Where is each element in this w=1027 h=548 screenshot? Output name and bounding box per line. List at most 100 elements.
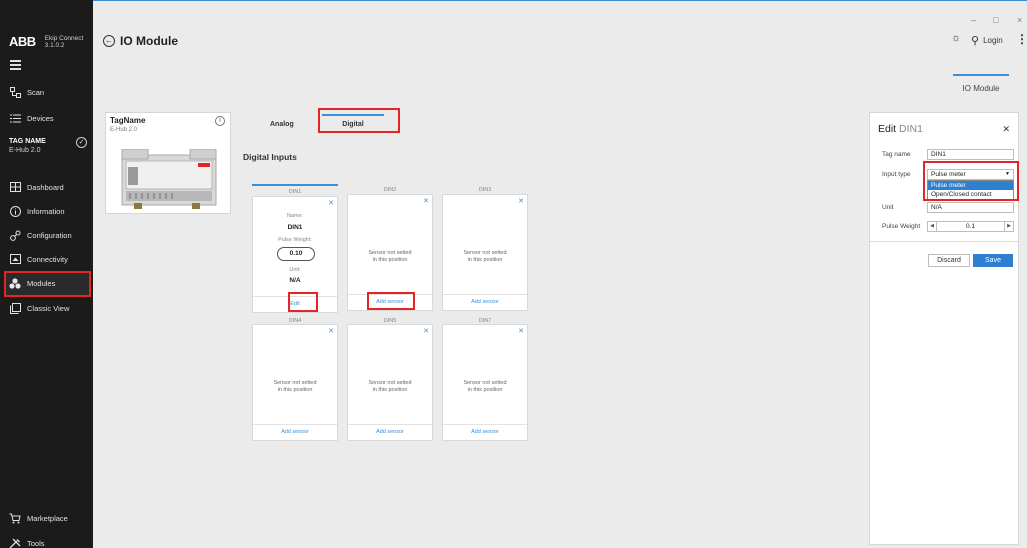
save-button[interactable]: Save [973,254,1013,267]
empty-slot-message: Sensor not setted in this position [463,250,507,264]
pulse-weight-label: Pulse Weight: [278,237,312,243]
login-button[interactable]: ⚲ Login [971,34,1003,47]
tag-name-label: Tag name [882,151,911,158]
maximize-button[interactable]: □ [993,15,998,25]
close-icon[interactable]: ✕ [423,327,429,335]
sensor-name: DIN1 [287,224,303,231]
sidebar-item-tools[interactable]: Tools [9,537,45,548]
sidebar-item-scan[interactable]: Scan [9,86,44,98]
user-icon: ⚲ [971,35,980,47]
input-type-select[interactable]: Pulse meter ▼ [927,169,1014,180]
name-label: Name: [286,213,304,219]
sidebar-item-configuration[interactable]: Configuration [9,229,72,241]
copy-icon [9,302,21,314]
info-icon [9,205,21,217]
tab-io-module[interactable]: IO Module [953,74,1009,93]
tab-digital[interactable]: Digital [326,121,380,128]
close-button[interactable]: × [1017,15,1022,25]
modules-icon [9,277,21,289]
sidebar-item-label: Configuration [27,230,72,240]
config-icon [9,229,21,241]
device-name: TagName [110,116,146,125]
add-sensor-button[interactable]: Add sensor [348,294,432,310]
app-name: Ekip Connect 3.1.0.2 [44,34,84,49]
sidebar-item-information[interactable]: Information [9,205,65,217]
sidebar-item-label: Marketplace [27,513,68,523]
discard-button[interactable]: Discard [928,254,970,267]
input-type-label: Input type [882,171,911,178]
close-icon[interactable]: ✕ [518,197,524,205]
sidebar-item-classic-view[interactable]: Classic View [9,302,69,314]
close-icon[interactable]: ✕ [1002,124,1010,135]
tag-name-input[interactable]: DIN1 [927,149,1014,160]
pulse-weight-label: Pulse Weight [882,223,921,230]
add-sensor-button[interactable]: Add sensor [348,424,432,440]
brand-logo: ABB Ekip Connect 3.1.0.2 [9,34,83,49]
add-sensor-button[interactable]: Add sensor [443,294,527,310]
sensor-slot-din3: ✕ Sensor not setted in this position Add… [442,194,528,311]
empty-slot-message: Sensor not setted in this position [273,380,317,394]
chevron-left-icon[interactable]: ◀ [928,222,937,231]
sidebar-item-label: Modules [27,278,56,288]
sidebar-item-dashboard[interactable]: Dashboard [9,181,64,193]
device-model: E-Hub 2.0 [9,147,41,154]
check-circle-icon: ✓ [76,137,87,148]
sidebar-item-label: Tools [27,538,45,548]
slot-active-indicator [252,184,338,186]
divider [870,241,1018,242]
list-icon [9,112,21,124]
close-icon[interactable]: ✕ [423,197,429,205]
empty-slot-message: Sensor not setted in this position [463,380,507,394]
tab-active-indicator [322,114,384,116]
sidebar-item-label: Dashboard [27,182,64,192]
dropdown-option-open-closed-contact[interactable]: Open/Closed contact [928,190,1013,199]
more-options-icon[interactable]: ⋮ [1016,32,1027,46]
chevron-right-icon[interactable]: ▶ [1004,222,1013,231]
device-model: E-Hub 2.0 [110,127,138,133]
unit-input[interactable]: N/A [927,202,1014,213]
sensor-slot-din7: ✕ Sensor not setted in this position Add… [442,324,528,441]
selected-device[interactable]: TAG NAME E-Hub 2.0 ✓ [9,137,87,154]
add-sensor-button[interactable]: Add sensor [253,424,337,440]
sidebar-item-label: Information [27,206,65,216]
pulse-weight-value: 0.10 [277,247,315,261]
sidebar-item-label: Devices [27,113,54,123]
section-title: Digital Inputs [243,152,297,162]
sensor-slot-din4: ✕ Sensor not setted in this position Add… [252,324,338,441]
tab-analog[interactable]: Analog [270,121,294,128]
back-arrow-icon[interactable]: ← [103,35,115,47]
edit-panel: Edit DIN1 ✕ Tag name DIN1 Input type Pul… [869,112,1019,545]
close-icon[interactable]: ✕ [328,327,334,335]
sidebar-item-label: Connectivity [27,254,68,264]
minimize-button[interactable]: – [971,15,976,25]
header: ← IO Module – □ × ☼ ⚲ Login ⋮ IO Module [93,12,1027,93]
lightbulb-icon[interactable]: ☼ [951,32,961,44]
sensor-slot-din5: ✕ Sensor not setted in this position Add… [347,324,433,441]
empty-slot-message: Sensor not setted in this position [368,250,412,264]
pulse-weight-value[interactable]: 0.1 [938,222,1003,231]
menu-icon[interactable] [10,60,21,72]
input-type-dropdown: Pulse meter Open/Closed contact [927,180,1014,200]
sensor-slot-din1: ✕ Name: DIN1 Pulse Weight: 0.10 Unit: N/… [252,196,338,313]
sidebar-item-modules[interactable]: Modules [9,277,55,289]
edit-sensor-button[interactable]: Edit [253,296,337,312]
page-title: ← IO Module [103,34,178,48]
dropdown-option-pulse-meter[interactable]: Pulse meter [928,181,1013,190]
unit-label: Unit [882,204,894,211]
sensor-slot-din2: ✕ Sensor not setted in this position Add… [347,194,433,311]
chevron-down-icon: ▼ [1005,171,1010,177]
title-bar [0,0,1027,12]
sidebar-item-connectivity[interactable]: Connectivity [9,253,68,265]
tools-icon [9,537,21,548]
sidebar: ABB Ekip Connect 3.1.0.2 Scan Devices TA… [0,0,93,548]
abb-logo: ABB [9,34,36,49]
close-icon[interactable]: ✕ [518,327,524,335]
pulse-weight-stepper[interactable]: ◀ 0.1 ▶ [927,221,1014,232]
sidebar-item-marketplace[interactable]: Marketplace [9,512,68,524]
sidebar-item-devices[interactable]: Devices [9,112,54,124]
close-icon[interactable]: ✕ [328,199,334,207]
info-icon[interactable]: i [215,116,225,126]
empty-slot-message: Sensor not setted in this position [368,380,412,394]
add-sensor-button[interactable]: Add sensor [443,424,527,440]
slot-label: DIN3 [478,187,492,193]
